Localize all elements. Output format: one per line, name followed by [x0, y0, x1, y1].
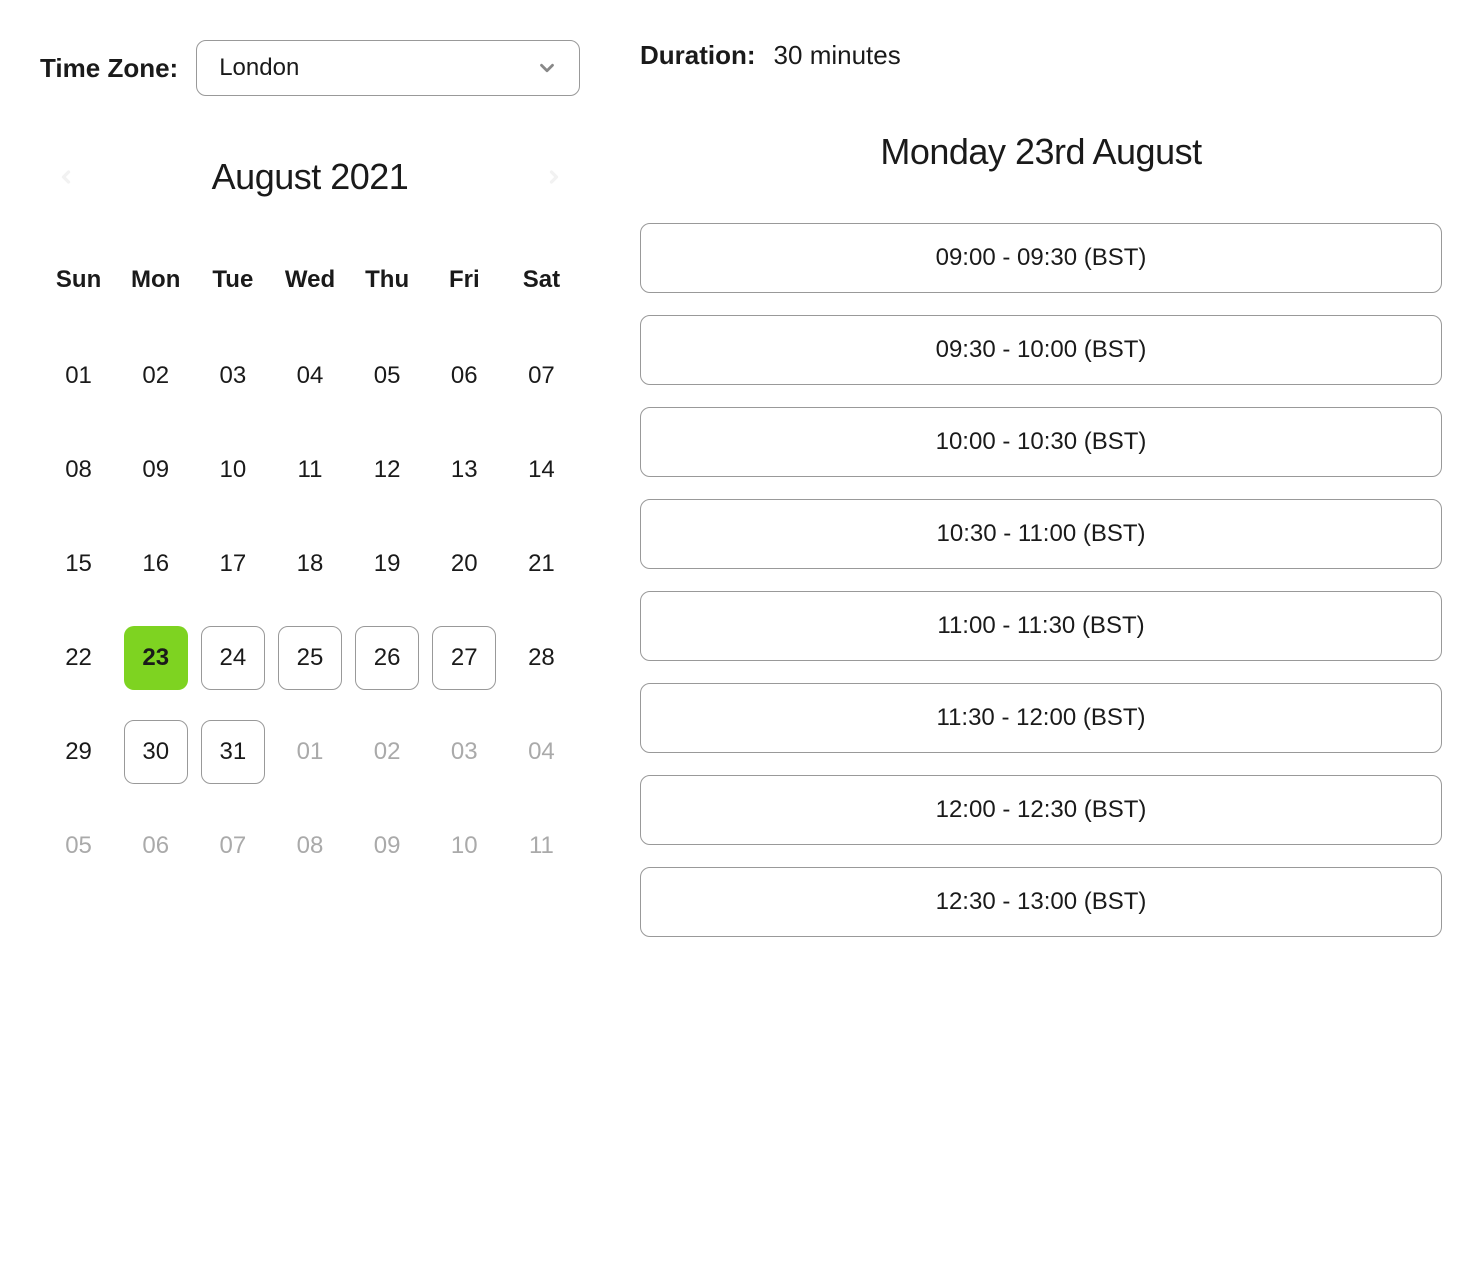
duration-label: Duration:: [640, 40, 756, 71]
time-slot[interactable]: 12:00 - 12:30 (BST): [640, 775, 1442, 845]
calendar-day: 04: [278, 344, 342, 408]
calendar-day: 10: [432, 814, 496, 878]
selected-date-title: Monday 23rd August: [640, 131, 1442, 173]
calendar-day: 17: [201, 532, 265, 596]
time-slot[interactable]: 12:30 - 13:00 (BST): [640, 867, 1442, 937]
calendar-day[interactable]: 26: [355, 626, 419, 690]
calendar-day: 28: [509, 626, 573, 690]
calendar-day[interactable]: 24: [201, 626, 265, 690]
prev-month-button[interactable]: [52, 163, 80, 191]
timezone-select[interactable]: London: [196, 40, 580, 96]
day-of-week-header: Tue: [194, 258, 271, 318]
calendar-grid: SunMonTueWedThuFriSat0102030405060708091…: [40, 258, 580, 882]
calendar-day: 06: [432, 344, 496, 408]
calendar-day[interactable]: 27: [432, 626, 496, 690]
timezone-value: London: [219, 54, 299, 82]
calendar-day: 16: [124, 532, 188, 596]
day-of-week-header: Fri: [426, 258, 503, 318]
calendar-day[interactable]: 30: [124, 720, 188, 784]
day-of-week-header: Mon: [117, 258, 194, 318]
calendar-day[interactable]: 25: [278, 626, 342, 690]
time-slot-list: 09:00 - 09:30 (BST) 09:30 - 10:00 (BST) 10…: [640, 223, 1442, 937]
calendar-day: 05: [47, 814, 111, 878]
calendar-day[interactable]: 23: [124, 626, 188, 690]
calendar-day: 12: [355, 438, 419, 502]
time-slot[interactable]: 09:30 - 10:00 (BST): [640, 315, 1442, 385]
calendar-day: 09: [355, 814, 419, 878]
calendar-day: 10: [201, 438, 265, 502]
calendar-day: 05: [355, 344, 419, 408]
calendar-day: 11: [509, 814, 573, 878]
calendar-day: 20: [432, 532, 496, 596]
calendar-day: 01: [47, 344, 111, 408]
calendar-day: 11: [278, 438, 342, 502]
calendar-day: 15: [47, 532, 111, 596]
time-slot[interactable]: 11:30 - 12:00 (BST): [640, 683, 1442, 753]
calendar-day: 08: [278, 814, 342, 878]
day-of-week-header: Wed: [271, 258, 348, 318]
calendar-day: 13: [432, 438, 496, 502]
calendar-day: 02: [124, 344, 188, 408]
calendar-day: 04: [509, 720, 573, 784]
calendar-day: 02: [355, 720, 419, 784]
calendar-day: 06: [124, 814, 188, 878]
calendar-day: 08: [47, 438, 111, 502]
time-slot[interactable]: 10:00 - 10:30 (BST): [640, 407, 1442, 477]
time-slot[interactable]: 10:30 - 11:00 (BST): [640, 499, 1442, 569]
calendar-day: 03: [201, 344, 265, 408]
calendar-day: 22: [47, 626, 111, 690]
calendar-day: 29: [47, 720, 111, 784]
day-of-week-header: Sat: [503, 258, 580, 318]
next-month-button[interactable]: [540, 163, 568, 191]
calendar-day: 07: [509, 344, 573, 408]
calendar-day: 14: [509, 438, 573, 502]
timezone-label: Time Zone:: [40, 53, 178, 84]
calendar-day: 07: [201, 814, 265, 878]
duration-value: 30 minutes: [774, 40, 901, 71]
calendar-day: 19: [355, 532, 419, 596]
calendar-day: 01: [278, 720, 342, 784]
calendar-day: 18: [278, 532, 342, 596]
time-slot[interactable]: 11:00 - 11:30 (BST): [640, 591, 1442, 661]
calendar-day: 21: [509, 532, 573, 596]
calendar-day: 03: [432, 720, 496, 784]
day-of-week-header: Sun: [40, 258, 117, 318]
time-slot[interactable]: 09:00 - 09:30 (BST): [640, 223, 1442, 293]
calendar-day[interactable]: 31: [201, 720, 265, 784]
calendar-day: 09: [124, 438, 188, 502]
day-of-week-header: Thu: [349, 258, 426, 318]
month-label: August 2021: [212, 156, 409, 198]
